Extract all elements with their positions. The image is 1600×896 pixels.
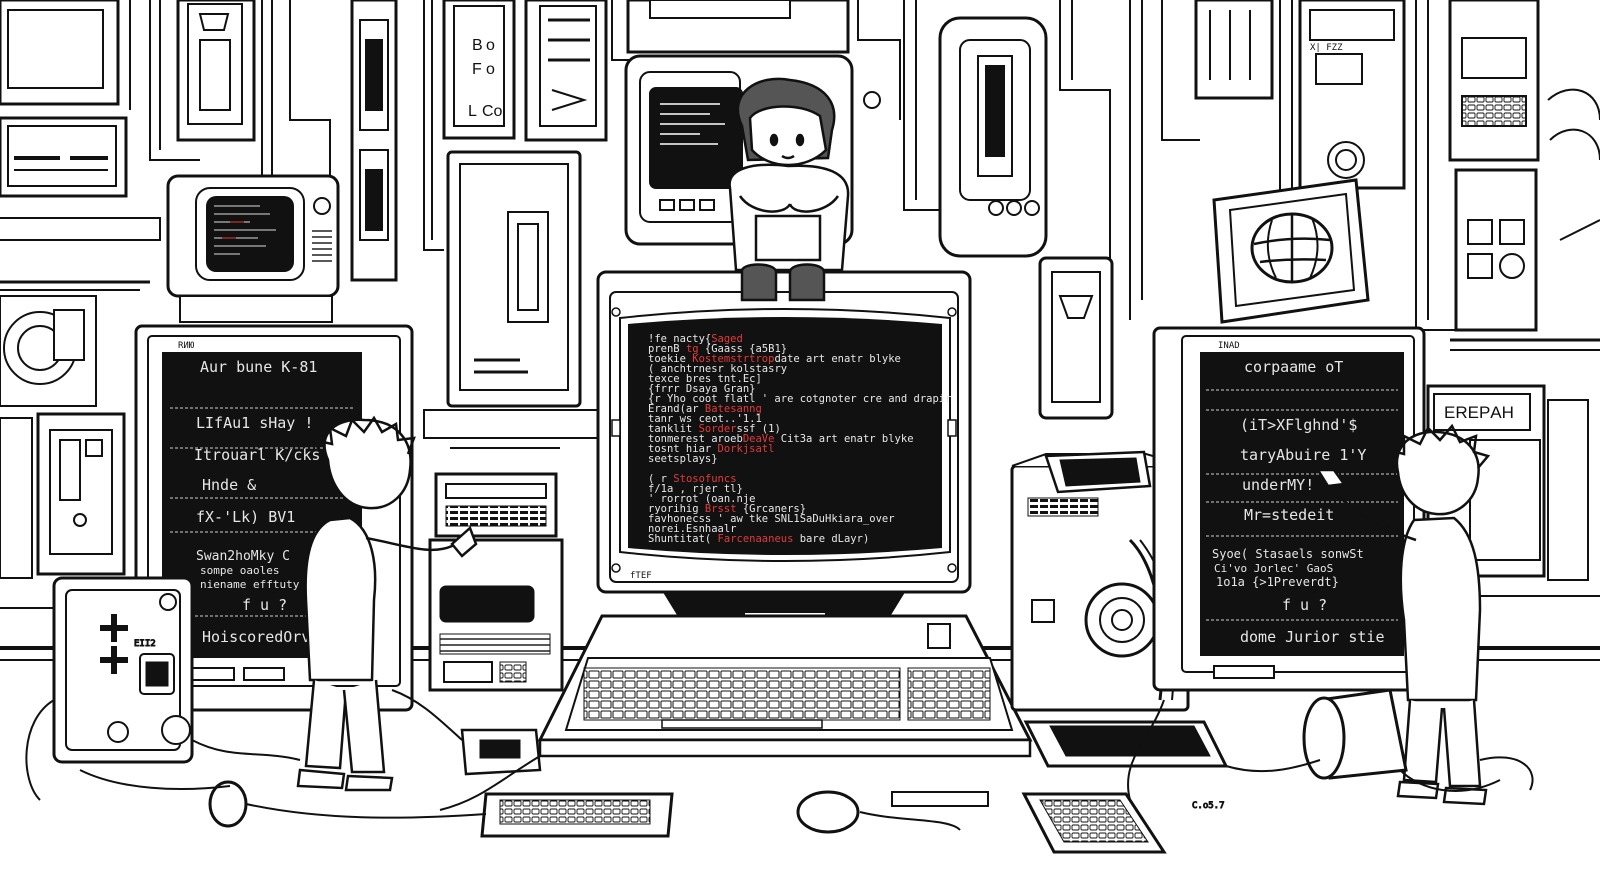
- globe-monitor: [1212, 178, 1370, 324]
- device-label: EII2: [134, 639, 156, 649]
- left-screen-line: Aur bune K-81: [200, 358, 317, 376]
- panel-letter: o: [486, 37, 495, 54]
- center-monitor: fTEF !fe nacty{Saged prenB tg {Gaass {a5…: [596, 270, 972, 655]
- code-line: seetsplays}: [648, 453, 718, 465]
- monitor-label: INAD: [1218, 341, 1240, 351]
- right-screen-line: Ci'vo Jorlec' GaoS: [1214, 562, 1333, 575]
- left-screen-line: niename efftuty: [200, 578, 300, 591]
- left-screen-line: LIfAu1 sHay !: [196, 414, 313, 432]
- desk-tag: C.o5.7: [1192, 801, 1225, 811]
- right-screen-line: underMY!: [1242, 476, 1314, 494]
- left-control-device: EII2: [52, 576, 194, 764]
- right-screen-line: dome Jurior stie: [1240, 628, 1385, 646]
- left-screen-line: fX-'Lk) BV1: [196, 508, 295, 526]
- kid-sitting-on-monitor: [728, 77, 850, 302]
- computer-lab-illustration: B o F o L Co X| FZZ RИЮ Aur bune K-81 LI…: [0, 0, 1600, 854]
- center-left-panel: [423, 150, 603, 692]
- right-screen-line: Syoe( Stasaels sonwSt: [1212, 547, 1364, 561]
- left-screen-line: HoiscoredOrve: [202, 628, 319, 646]
- left-screen-line: sompe oaoles: [200, 564, 279, 577]
- main-keyboard: [537, 614, 1033, 758]
- sign-board: ERЕРAН: [1433, 393, 1531, 431]
- panel-letter: B: [472, 37, 483, 54]
- left-screen-line: Hnde &: [202, 476, 256, 494]
- wall-tag: X| FZZ: [1310, 43, 1343, 53]
- panel-letter: L: [468, 103, 477, 120]
- left-screen-line: Itrouarl K/cks: [194, 446, 320, 464]
- panel-letter: Co: [482, 103, 503, 120]
- panel-letter: o: [486, 61, 495, 78]
- right-screen-line: corpaame oT: [1244, 358, 1343, 376]
- right-screen-line: taryAbuire 1'Y: [1240, 446, 1366, 464]
- panel-letter: F: [472, 61, 482, 78]
- right-monitor: INAD corpaame oT (iT>XFlghnd'$ taryAbuir…: [1152, 326, 1426, 692]
- right-screen-line: 1o1a {>1Preverdt}: [1216, 575, 1339, 589]
- right-screen-line: (iT>XFlghnd'$: [1240, 416, 1357, 434]
- small-crt-left: [166, 174, 340, 323]
- right-screen-line: f u ?: [1282, 596, 1327, 614]
- left-screen-line: f u ?: [242, 596, 287, 614]
- monitor-label: fTEF: [630, 571, 652, 581]
- code-line: Shuntitat( Farcenaaneus bare dLayr): [648, 533, 869, 545]
- left-screen-line: Swan2hoMky C: [196, 549, 290, 564]
- right-screen-line: Mr=stedeit: [1244, 506, 1334, 524]
- sign-text: ERЕРAН: [1444, 403, 1514, 422]
- monitor-label: RИЮ: [178, 341, 195, 351]
